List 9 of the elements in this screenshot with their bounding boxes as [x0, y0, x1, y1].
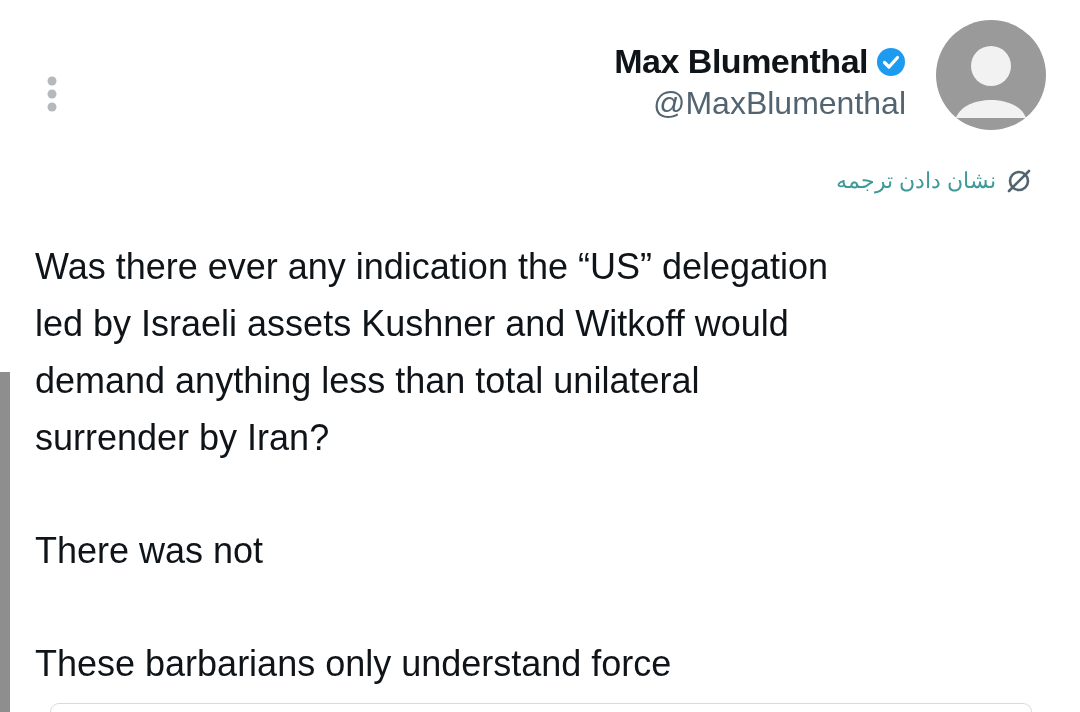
tweet-text: These barbarians only understand force	[35, 642, 673, 686]
author-handle[interactable]: @MaxBlumenthal	[652, 85, 906, 122]
avatar-silhouette[interactable]	[936, 20, 1046, 130]
translate-icon[interactable]	[1006, 168, 1032, 194]
tweet-text: Was there ever any indication the “US” delegation led by Israeli assets Kushner and Witkoff would demand anything less than total unilateral surrender by Iran?	[35, 245, 830, 460]
show-translation-link[interactable]: نشان دادن ترجمه	[835, 168, 996, 194]
author-name[interactable]: Max Blumenthal	[614, 42, 868, 81]
tweet-text: There was not	[35, 529, 265, 573]
more-options-icon[interactable]	[46, 75, 58, 113]
